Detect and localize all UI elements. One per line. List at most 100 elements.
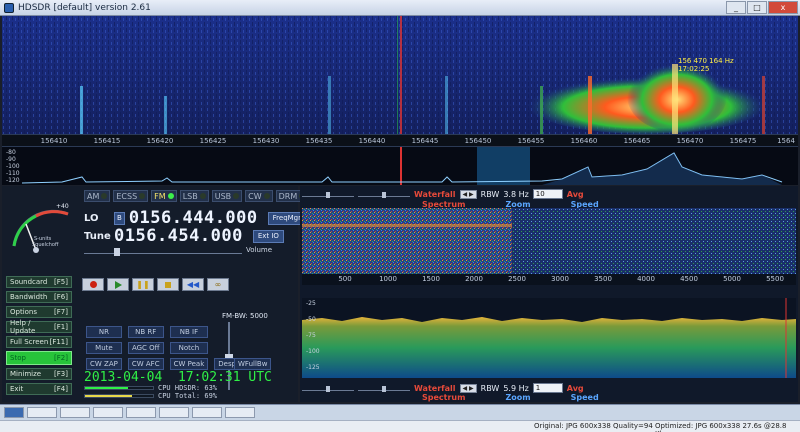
- transport-controls: ❚❚ ◀◀ ∞: [82, 278, 229, 291]
- mode-selector: AM ECSS FM LSB USB CW DRM: [84, 190, 309, 202]
- button-label: Exit: [10, 385, 24, 393]
- start-icon[interactable]: [4, 407, 24, 418]
- tune-label: Tune: [84, 230, 111, 242]
- window-controls: _ □ x: [726, 1, 798, 14]
- marker-time: 17:02:25: [678, 65, 709, 73]
- smeter-gauge: +40 S-units Squelchoff: [12, 203, 69, 253]
- lo-frequency[interactable]: 0156.444.000: [129, 208, 258, 228]
- audio-waterfall[interactable]: [302, 208, 796, 274]
- freq-tick: 156455: [517, 137, 545, 145]
- mode-label: ECSS: [116, 191, 138, 201]
- smeter-scale: +40: [56, 203, 69, 210]
- taskbar-item[interactable]: [60, 407, 90, 418]
- mode-fm-button[interactable]: FM: [151, 190, 177, 202]
- rf-waterfall[interactable]: 156 470 164 Hz 17:02:25: [2, 16, 798, 134]
- audio-db-tick: -125: [306, 364, 320, 371]
- options-button[interactable]: Options [F7]: [6, 306, 72, 318]
- hotkey: [F7]: [54, 308, 68, 316]
- rf-frequency-scale[interactable]: 156410 156415 156420 156425 156430 15643…: [2, 134, 798, 147]
- audio-tick: 5500: [766, 275, 784, 283]
- button-label: Bandwidth: [10, 293, 48, 301]
- taskbar-item[interactable]: [225, 407, 255, 418]
- audio-db-tick: -50: [306, 316, 316, 323]
- audio-tick: 4000: [637, 275, 655, 283]
- audio-spectrum-trace: [302, 298, 796, 378]
- audio-frequency-scale[interactable]: 500 1000 1500 2000 2500 3000 3500 4000 4…: [302, 274, 796, 285]
- close-icon[interactable]: x: [768, 1, 798, 14]
- audio-db-tick: -25: [306, 300, 316, 307]
- rewind-icon[interactable]: ◀◀: [182, 278, 204, 291]
- taskbar-item[interactable]: [126, 407, 156, 418]
- button-label: Full Screen: [10, 338, 49, 346]
- minimize-icon[interactable]: _: [726, 1, 746, 14]
- tune-frequency[interactable]: 0156.454.000: [114, 226, 243, 246]
- audio-tick: 5000: [723, 275, 741, 283]
- stop-button[interactable]: Stop [F2]: [6, 351, 72, 365]
- audio-bottom-sublabels: Spectrum Zoom Speed: [302, 389, 796, 405]
- taskbar-item[interactable]: [27, 407, 57, 418]
- full-screen-button[interactable]: Full Screen [F11]: [6, 336, 72, 348]
- mode-label: AM: [87, 191, 100, 201]
- stop-icon[interactable]: [157, 278, 179, 291]
- taskbar-item[interactable]: [192, 407, 222, 418]
- freq-tick: 156470: [676, 137, 704, 145]
- mode-am-button[interactable]: AM: [84, 190, 111, 202]
- cw-afc-button[interactable]: CW AFC: [127, 358, 164, 370]
- freq-tick: 156430: [252, 137, 280, 145]
- wfullbw-button[interactable]: WFullBw: [234, 358, 272, 370]
- mode-usb-button[interactable]: USB: [211, 190, 243, 202]
- pause-icon[interactable]: ❚❚: [132, 278, 154, 291]
- audio-tick: 500: [338, 275, 352, 283]
- nb-rf-button[interactable]: NB RF: [127, 326, 164, 338]
- nr-button[interactable]: NR: [86, 326, 122, 338]
- spectrum-label-bottom: Spectrum: [422, 392, 466, 402]
- hotkey: [F4]: [54, 385, 68, 393]
- date-time: 2013-04-04 17:02:31 UTC: [84, 370, 272, 385]
- mode-cw-button[interactable]: CW: [245, 190, 273, 202]
- lo-lock-button[interactable]: B: [114, 211, 125, 225]
- audio-spectrum[interactable]: -25 -50 -75 -100 -125: [302, 298, 796, 378]
- fm-bandwidth-label: FM-BW: 5000: [222, 312, 268, 320]
- led-icon: [167, 193, 174, 199]
- play-icon[interactable]: [107, 278, 129, 291]
- taskbar-item[interactable]: [159, 407, 189, 418]
- nb-if-button[interactable]: NB IF: [169, 326, 209, 338]
- mode-ecss-button[interactable]: ECSS: [113, 190, 149, 202]
- record-icon[interactable]: [82, 278, 104, 291]
- cw-peak-button[interactable]: CW Peak: [169, 358, 209, 370]
- cpu-hdsdr-fill: [85, 387, 128, 389]
- help-update-button[interactable]: Help / Update [F1]: [6, 319, 72, 335]
- freq-tick: 156450: [464, 137, 492, 145]
- loop-icon[interactable]: ∞: [207, 278, 229, 291]
- freq-tick: 156420: [146, 137, 174, 145]
- audio-db-tick: -100: [306, 348, 320, 355]
- notch-button[interactable]: Notch: [169, 342, 209, 354]
- button-label: Minimize: [10, 370, 42, 378]
- mode-lsb-button[interactable]: LSB: [179, 190, 209, 202]
- minimize-button[interactable]: Minimize [F3]: [6, 368, 72, 380]
- mute-button[interactable]: Mute: [86, 342, 122, 354]
- mode-label: FM: [154, 191, 166, 201]
- agc-off-button[interactable]: AGC Off: [127, 342, 164, 354]
- freq-tick: 156460: [570, 137, 598, 145]
- rf-spectrum[interactable]: -80 -90 -100 -110 -120: [2, 147, 798, 185]
- soundcard-button[interactable]: Soundcard [F5]: [6, 276, 72, 288]
- maximize-icon[interactable]: □: [747, 1, 767, 14]
- cpu-total-bar: [84, 394, 154, 398]
- led-icon: [263, 193, 270, 199]
- freq-tick: 156425: [199, 137, 227, 145]
- mode-label: LSB: [182, 191, 198, 201]
- squelch-label[interactable]: Squelchoff: [32, 242, 59, 248]
- taskbar-item[interactable]: [93, 407, 123, 418]
- hotkey: [F3]: [54, 370, 68, 378]
- hotkey: [F6]: [54, 293, 68, 301]
- exit-button[interactable]: Exit [F4]: [6, 383, 72, 395]
- date-value: 2013-04-04: [84, 370, 163, 385]
- volume-slider[interactable]: [84, 246, 242, 256]
- tune-row: Tune 0156.454.000 Ext IO: [84, 226, 284, 246]
- rf-spectrum-trace: [21, 147, 783, 185]
- cpu-hdsdr-row: CPU HDSDR: 63%: [84, 384, 217, 392]
- ext-io-button[interactable]: Ext IO: [252, 229, 284, 243]
- cw-zap-button[interactable]: CW ZAP: [86, 358, 122, 370]
- bandwidth-button[interactable]: Bandwidth [F6]: [6, 291, 72, 303]
